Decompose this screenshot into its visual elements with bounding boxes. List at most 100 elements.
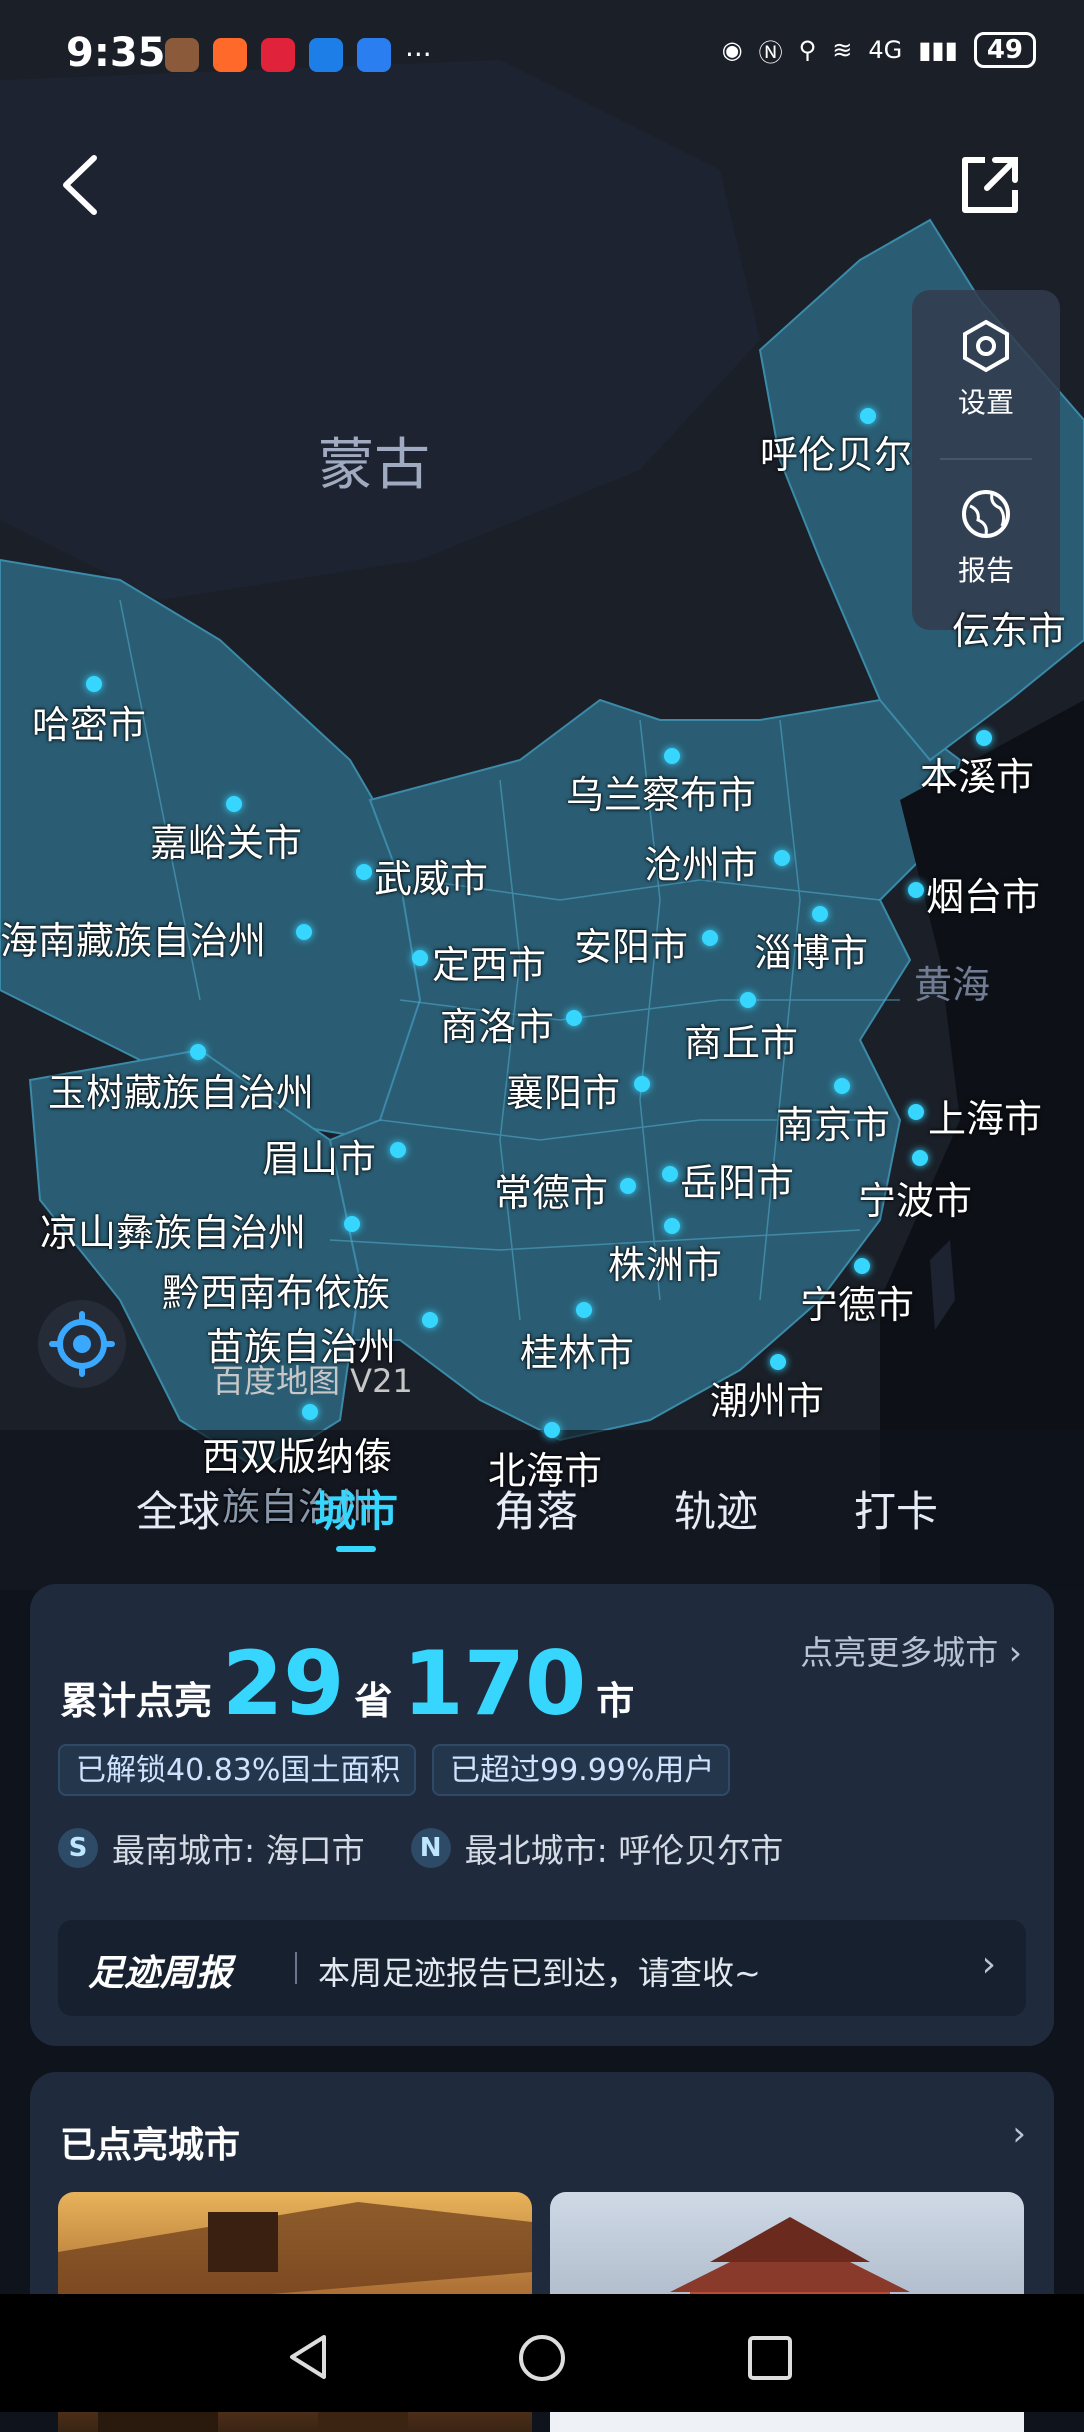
city-dot — [302, 1404, 318, 1420]
network-type: 4G — [868, 36, 903, 64]
city-label: 桂林市 — [520, 1331, 635, 1375]
more-cities-label: 点亮更多城市 — [800, 1633, 999, 1672]
yellow-sea-label: 黄海 — [914, 963, 991, 1007]
city-label: 伝东市 — [952, 609, 1067, 653]
chevron-right-icon: › — [1008, 1633, 1022, 1672]
system-nav-bar — [0, 2294, 1084, 2412]
app-notification-icon — [213, 38, 247, 72]
notification-icons: ··· — [165, 38, 432, 72]
city-dot — [664, 748, 680, 764]
city-label: 哈密市 — [32, 703, 147, 747]
weekly-report-banner[interactable]: 足迹周报 本周足迹报告已到达，请查收~ › — [58, 1920, 1026, 2016]
city-label: 定西市 — [432, 943, 547, 987]
more-cities-link[interactable]: 点亮更多城市 › — [800, 1626, 1022, 1674]
nav-recents-icon[interactable] — [746, 2334, 794, 2382]
locate-icon — [49, 1311, 115, 1377]
chevron-right-icon: › — [981, 1944, 996, 1985]
south-badge: S — [58, 1828, 98, 1868]
app-notification-icon — [165, 38, 199, 72]
city-label: 上海市 — [928, 1097, 1043, 1141]
city-dot — [412, 950, 428, 966]
city-dot — [226, 796, 242, 812]
city-dot — [86, 676, 102, 692]
eye-icon: ◉ — [721, 36, 743, 64]
city-label: 潮州市 — [710, 1379, 825, 1423]
tab-track[interactable]: 轨迹 — [674, 1478, 758, 1539]
city-dot — [390, 1142, 406, 1158]
weekly-divider — [295, 1952, 297, 1984]
city-dot — [908, 882, 924, 898]
battery-indicator: 49 — [973, 32, 1036, 68]
city-label: 武威市 — [374, 857, 489, 901]
city-dot — [576, 1302, 592, 1318]
tab-city[interactable]: 城市 — [314, 1478, 398, 1539]
weekly-report-title: 足迹周报 — [88, 1953, 233, 1994]
locate-button[interactable] — [38, 1300, 126, 1388]
nav-home-icon[interactable] — [516, 2332, 568, 2384]
city-label: 南京市 — [776, 1103, 891, 1147]
city-label: 商丘市 — [684, 1021, 799, 1065]
city-label: 安阳市 — [574, 925, 689, 969]
city-dot — [702, 930, 718, 946]
city-dot — [812, 906, 828, 922]
city-dot — [664, 1218, 680, 1234]
summary-card: 点亮更多城市 › 累计点亮 29 省 170 市 已解锁40.83%国土面积 已… — [30, 1584, 1054, 2046]
southernmost-city: 最南城市: 海口市 — [112, 1831, 365, 1870]
city-label: 凉山彝族自治州 — [40, 1211, 307, 1255]
extreme-cities: S 最南城市: 海口市 N 最北城市: 呼伦贝尔市 — [58, 1824, 783, 1872]
city-label: 沧州市 — [644, 843, 759, 887]
more-notifications-icon: ··· — [405, 38, 432, 71]
city-label: 淄博市 — [754, 931, 869, 975]
city-dot — [774, 850, 790, 866]
city-label: 呼伦贝尔 — [760, 433, 913, 477]
status-time: 9:35 — [66, 30, 166, 76]
lit-summary: 累计点亮 29 省 170 市 — [60, 1632, 634, 1735]
map-view[interactable]: 9:35 ··· ◉ Ⓝ ⚲ ≋ 4G ▮▮▮ 49 设置 报告 蒙古 黄海 呼… — [0, 0, 1084, 1590]
tab-checkin[interactable]: 打卡 — [854, 1478, 938, 1539]
city-dot — [566, 1010, 582, 1026]
city-label: 宁德市 — [800, 1283, 915, 1327]
city-dot — [344, 1216, 360, 1232]
wifi-icon: ≋ — [832, 36, 853, 64]
city-dot — [834, 1078, 850, 1094]
location-icon: ⚲ — [798, 36, 817, 64]
city-unit: 市 — [596, 1679, 635, 1723]
report-button[interactable]: 报告 — [912, 486, 1060, 589]
weekly-report-text: 本周足迹报告已到达，请查收~ — [318, 1954, 761, 1992]
city-dot — [860, 408, 876, 424]
city-dot — [770, 1354, 786, 1370]
city-label: 襄阳市 — [506, 1071, 621, 1115]
city-dot — [854, 1258, 870, 1274]
settings-icon — [963, 319, 1009, 373]
back-icon[interactable] — [52, 150, 112, 220]
city-count: 170 — [402, 1632, 587, 1735]
city-label: 岳阳市 — [680, 1161, 795, 1205]
status-bar: 9:35 ··· ◉ Ⓝ ⚲ ≋ 4G ▮▮▮ 49 — [0, 0, 1084, 110]
signal-icon: ▮▮▮ — [918, 36, 958, 64]
northernmost-city: 最北城市: 呼伦贝尔市 — [464, 1831, 784, 1870]
city-label: 乌兰察布市 — [566, 773, 757, 817]
area-unlocked-badge: 已解锁40.83%国土面积 — [58, 1744, 416, 1796]
active-tab-indicator — [336, 1546, 376, 1552]
nav-back-icon[interactable] — [284, 2332, 334, 2382]
province-count: 29 — [222, 1632, 345, 1735]
city-dot — [634, 1076, 650, 1092]
city-label: 黔西南布依族 — [162, 1271, 391, 1315]
settings-button[interactable]: 设置 — [912, 318, 1060, 421]
settings-label: 设置 — [957, 386, 1014, 419]
globe-icon — [962, 490, 1010, 538]
city-label: 嘉峪关市 — [150, 821, 303, 865]
tab-global[interactable]: 全球 — [136, 1478, 220, 1539]
share-icon[interactable] — [955, 150, 1025, 220]
tab-corner[interactable]: 角落 — [494, 1478, 578, 1539]
city-label: 本溪市 — [920, 755, 1035, 799]
north-badge: N — [410, 1828, 451, 1868]
province-unit: 省 — [354, 1679, 393, 1723]
city-dot — [912, 1150, 928, 1166]
chevron-right-icon[interactable]: › — [1012, 2114, 1026, 2154]
city-label: 烟台市 — [926, 875, 1041, 919]
lit-cities-title: 已点亮城市 — [60, 2125, 241, 2166]
city-label: 宁波市 — [858, 1179, 973, 1223]
city-label: 海南藏族自治州 — [0, 919, 267, 963]
category-tabs: 全球 城市 角落 轨迹 打卡 — [0, 1478, 1084, 1558]
